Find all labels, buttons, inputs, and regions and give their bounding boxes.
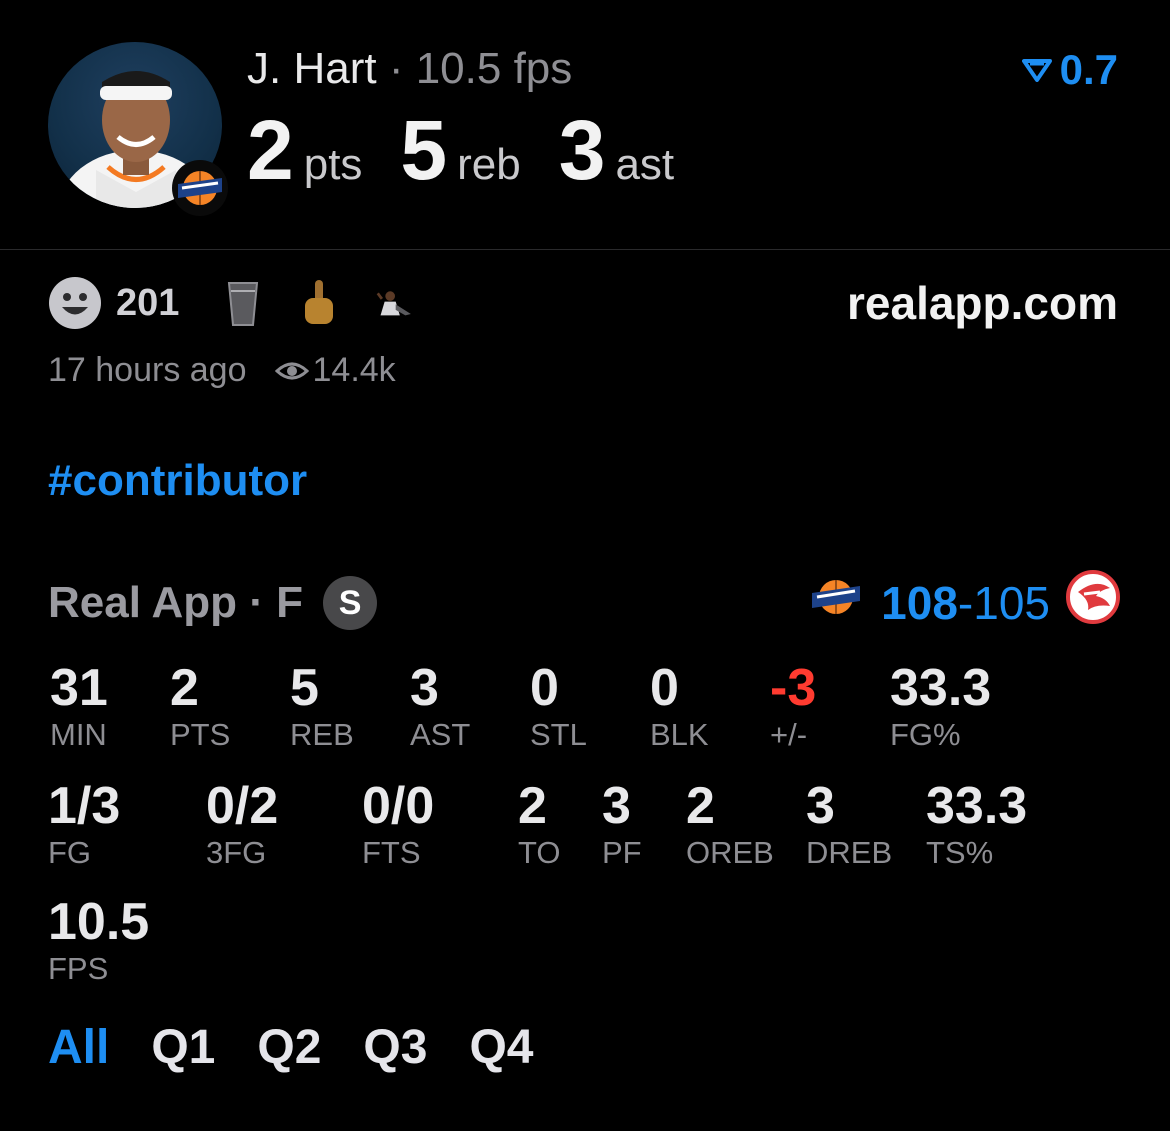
stat-plus-minus: -3 +/- xyxy=(770,660,816,752)
stat-stl: 0 STL xyxy=(530,660,587,752)
stat-value: 10.5 xyxy=(48,893,150,951)
eye-icon xyxy=(274,362,309,379)
reaction-glass[interactable] xyxy=(223,278,263,328)
game-score[interactable]: 108 - 105 xyxy=(809,570,1120,635)
stat-to: 2 TO xyxy=(518,778,561,870)
stat-label: REB xyxy=(290,717,354,752)
tab-q4[interactable]: Q4 xyxy=(469,1020,533,1075)
stat-value: 3 xyxy=(410,659,439,717)
stat-value: 31 xyxy=(50,659,108,717)
smiley-icon xyxy=(49,277,101,329)
header-divider xyxy=(0,249,1170,250)
hawks-logo-icon xyxy=(1066,570,1120,635)
stat-value: 0/0 xyxy=(362,777,435,835)
stat-label: FG xyxy=(48,835,92,870)
player-sticker-icon xyxy=(377,291,412,316)
trend-arrow-icon xyxy=(1021,59,1052,82)
stat-pts: 2 PTS xyxy=(170,660,230,752)
view-count: 14.4k xyxy=(274,351,396,390)
post-meta: 17 hours ago 14.4k xyxy=(48,351,396,390)
away-score: 105 xyxy=(973,576,1050,629)
stat-value: 33.3 xyxy=(926,777,1028,835)
header-pts-unit: pts xyxy=(303,140,363,189)
stat-value: 5 xyxy=(290,659,319,717)
stat-label: STL xyxy=(530,717,587,752)
view-count-value: 14.4k xyxy=(312,351,396,389)
player-name[interactable]: J. Hart xyxy=(247,44,377,93)
period-tabs: All Q1 Q2 Q3 Q4 xyxy=(48,1020,575,1075)
header-ast-value: 3 xyxy=(558,103,606,197)
stat-value: 2 xyxy=(686,777,715,835)
stat-label: BLK xyxy=(650,717,709,752)
reaction-hand[interactable] xyxy=(299,278,339,328)
title-separator: · xyxy=(388,44,404,93)
stat-blk: 0 BLK xyxy=(650,660,709,752)
hand-gesture-icon xyxy=(305,280,334,324)
stat-value: 33.3 xyxy=(890,659,992,717)
stat-fg: 1/3 FG xyxy=(48,778,120,870)
stat-dreb: 3 DREB xyxy=(806,778,892,870)
stat-oreb: 2 OREB xyxy=(686,778,774,870)
post-time: 17 hours ago xyxy=(48,351,247,389)
stat-label: TO xyxy=(518,835,561,870)
stat-value: 3 xyxy=(602,777,631,835)
stat-label: 3FG xyxy=(206,835,267,870)
reaction-player-sticker[interactable] xyxy=(375,278,415,328)
tab-q1[interactable]: Q1 xyxy=(151,1020,215,1075)
stat-label: PF xyxy=(602,835,642,870)
site-link[interactable]: realapp.com xyxy=(847,276,1118,330)
tab-q2[interactable]: Q2 xyxy=(257,1020,321,1075)
tab-q3[interactable]: Q3 xyxy=(363,1020,427,1075)
stat-fts: 0/0 FTS xyxy=(362,778,434,870)
stat-min: 31 MIN xyxy=(50,660,108,752)
stat-ts-pct: 33.3 TS% xyxy=(926,778,1027,870)
stat-fps: 10.5 FPS xyxy=(48,894,149,986)
reactions-row: 201 xyxy=(48,276,451,330)
stat-value: 0/2 xyxy=(206,777,279,835)
glass-icon xyxy=(228,282,259,326)
stat-label: FG% xyxy=(890,717,961,752)
stat-reb: 5 REB xyxy=(290,660,354,752)
trend-indicator[interactable]: 0.7 xyxy=(1021,46,1118,94)
game-source-label: Real App · F xyxy=(48,578,304,627)
header-reb-value: 5 xyxy=(400,103,448,197)
player-title: J. Hart · 10.5 fps xyxy=(247,44,572,94)
stat-value: -3 xyxy=(770,659,817,717)
stat-label: TS% xyxy=(926,835,994,870)
stat-label: FPS xyxy=(48,951,109,986)
stat-label: OREB xyxy=(686,835,774,870)
stat-value: 1/3 xyxy=(48,777,121,835)
trend-value: 0.7 xyxy=(1059,46,1118,93)
score-dash: - xyxy=(957,576,974,629)
reaction-count: 201 xyxy=(116,281,180,324)
stat-value: 2 xyxy=(518,777,547,835)
header-reb-unit: reb xyxy=(457,140,521,189)
stat-label: FTS xyxy=(362,835,421,870)
stat-ast: 3 AST xyxy=(410,660,470,752)
game-source: Real App · F S xyxy=(48,576,378,630)
stat-pf: 3 PF xyxy=(602,778,642,870)
stat-label: DREB xyxy=(806,835,893,870)
stat-value: 0 xyxy=(530,659,559,717)
stat-label: AST xyxy=(410,717,471,752)
stat-3fg: 0/2 3FG xyxy=(206,778,278,870)
header-stat-line: 2 pts 5 reb 3 ast xyxy=(247,108,712,192)
hashtag[interactable]: #contributor xyxy=(48,456,307,506)
stat-value: 0 xyxy=(650,659,679,717)
knicks-logo-badge xyxy=(172,160,228,216)
header-pts-value: 2 xyxy=(247,103,294,197)
home-score: 108 xyxy=(881,576,958,629)
status-badge: S xyxy=(323,576,378,630)
player-fps: 10.5 fps xyxy=(415,44,573,93)
stat-label: PTS xyxy=(170,717,231,752)
stat-label: MIN xyxy=(50,717,107,752)
stat-fg-pct: 33.3 FG% xyxy=(890,660,991,752)
header-ast-unit: ast xyxy=(615,140,675,189)
stat-value: 2 xyxy=(170,659,199,717)
reaction-smile-button[interactable]: 201 xyxy=(48,276,223,330)
knicks-logo-icon xyxy=(809,572,863,633)
tab-all[interactable]: All xyxy=(48,1020,109,1075)
stat-label: +/- xyxy=(770,717,808,752)
stat-value: 3 xyxy=(806,777,835,835)
